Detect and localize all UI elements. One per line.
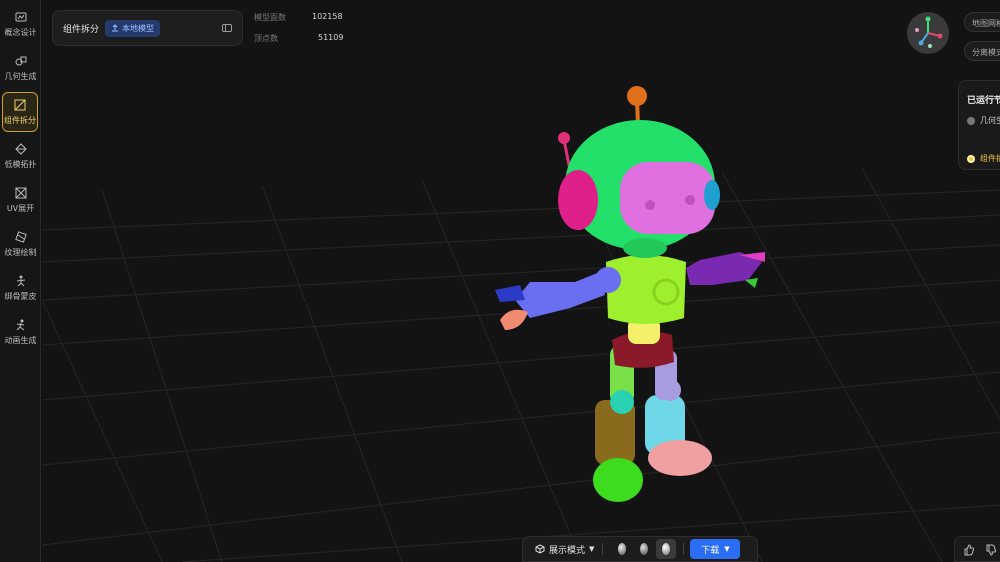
- geometry-icon: [14, 54, 28, 68]
- matcap-sphere-3[interactable]: [656, 539, 677, 559]
- low-poly-icon: [14, 142, 28, 156]
- robot-3d-model[interactable]: [42, 0, 1000, 562]
- component-split-icon: [13, 98, 27, 112]
- download-label: 下载: [701, 545, 720, 556]
- rigging-icon: [14, 274, 28, 288]
- sidebar-item-rigging[interactable]: 绑骨蒙皮: [0, 268, 41, 308]
- component-panel-title: 组件拆分: [63, 24, 100, 35]
- 3d-viewport[interactable]: [42, 0, 1000, 562]
- axis-icon: [915, 16, 943, 48]
- run-step-label: 组件拆分: [980, 154, 1000, 163]
- cube-icon: [535, 544, 545, 554]
- vertices-value: 51109: [318, 33, 344, 42]
- sidebar: 概念设计 几何生成 组件拆分 低模拓扑 UV展开 纹理绘制 绑骨蒙皮 动画生成: [0, 0, 41, 562]
- sphere-icon: [640, 543, 649, 555]
- download-button[interactable]: 下载 ▼: [690, 539, 741, 559]
- display-mode-select[interactable]: 展示模式 ▼: [535, 543, 594, 556]
- sidebar-item-geometry[interactable]: 几何生成: [0, 48, 41, 88]
- sidebar-item-label: 绑骨蒙皮: [4, 292, 37, 301]
- orientation-gizmo[interactable]: [907, 12, 949, 54]
- sidebar-item-uv-unwrap[interactable]: UV展开: [0, 180, 41, 220]
- matcap-sphere-1[interactable]: [612, 539, 632, 559]
- vertices-stat: 顶点数 51109: [254, 33, 343, 44]
- matcap-sphere-2[interactable]: [634, 539, 654, 559]
- faces-stat: 模型面数 102158: [254, 12, 343, 23]
- thumbs-up-icon[interactable]: [963, 544, 975, 556]
- component-panel: 组件拆分 本地模型: [52, 10, 243, 46]
- animation-icon: [14, 318, 28, 332]
- divider: [602, 543, 604, 555]
- faces-value: 102158: [312, 12, 343, 21]
- sidebar-item-label: 纹理绘制: [4, 248, 37, 257]
- sidebar-item-label: 概念设计: [4, 28, 37, 37]
- feedback-panel: [954, 536, 1000, 562]
- chevron-down-icon: ▼: [724, 545, 730, 553]
- display-mode-label: 展示模式: [549, 545, 586, 556]
- split-mode-button[interactable]: 分离模式: [964, 41, 1000, 61]
- vertices-label: 顶点数: [254, 34, 278, 43]
- concept-design-icon: [14, 10, 28, 24]
- local-model-label: 本地模型: [122, 23, 155, 33]
- step-status-icon: [967, 116, 975, 125]
- run-step-component-split[interactable]: 组件拆分: [967, 153, 1000, 164]
- run-panel-title: 已运行节点: [967, 96, 1000, 106]
- bottom-toolbar: 展示模式 ▼ 下载 ▼: [522, 536, 758, 562]
- step-status-icon: [967, 154, 975, 163]
- sidebar-item-concept-design[interactable]: 概念设计: [0, 4, 41, 44]
- texture-grid-button[interactable]: 地图网格: [964, 12, 1000, 32]
- local-model-badge[interactable]: 本地模型: [105, 19, 161, 37]
- sidebar-item-label: 动画生成: [4, 336, 37, 345]
- sidebar-item-component-split[interactable]: 组件拆分: [2, 92, 38, 132]
- sphere-icon: [662, 543, 671, 555]
- sphere-icon: [618, 543, 627, 555]
- run-step-geometry[interactable]: 几何生成: [967, 115, 1000, 126]
- sidebar-item-texture-paint[interactable]: 纹理绘制: [0, 224, 41, 264]
- run-nodes-panel: 已运行节点 几何生成 组件拆分: [958, 80, 1000, 170]
- divider: [683, 543, 685, 555]
- sidebar-item-label: 组件拆分: [4, 116, 36, 125]
- chevron-down-icon: ▼: [589, 545, 595, 553]
- texture-paint-icon: [14, 230, 28, 244]
- sidebar-item-label: 低模拓扑: [4, 160, 37, 169]
- faces-label: 模型面数: [254, 13, 286, 22]
- sidebar-item-animation[interactable]: 动画生成: [0, 312, 41, 352]
- uv-unwrap-icon: [14, 186, 28, 200]
- sidebar-item-label: UV展开: [6, 204, 35, 213]
- sidebar-item-low-poly[interactable]: 低模拓扑: [0, 136, 41, 176]
- run-step-label: 几何生成: [980, 116, 1000, 125]
- sidebar-item-label: 几何生成: [4, 72, 37, 81]
- panel-toggle-icon[interactable]: [222, 24, 232, 32]
- thumbs-down-icon[interactable]: [985, 544, 997, 556]
- upload-icon: [112, 24, 119, 32]
